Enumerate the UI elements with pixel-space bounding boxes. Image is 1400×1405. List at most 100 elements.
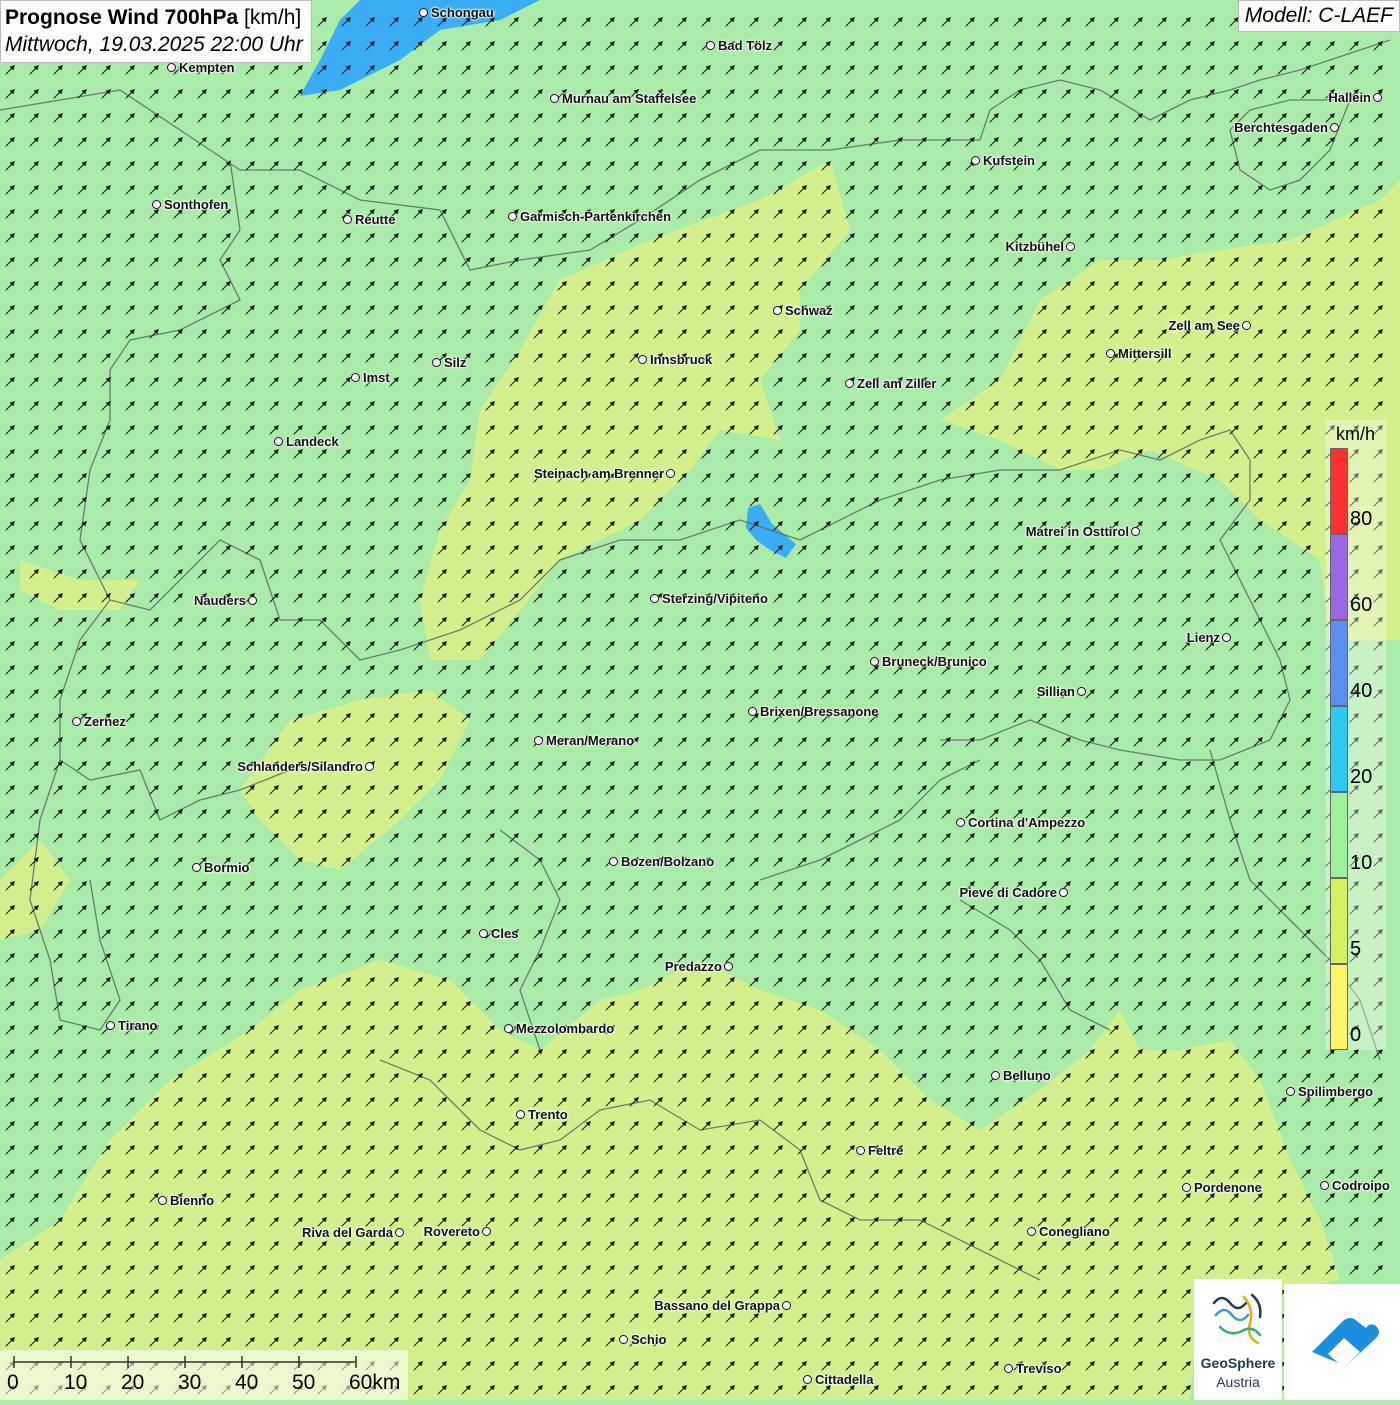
city-label: Murnau am Staffelsee (562, 91, 696, 106)
city-marker (724, 962, 733, 971)
city-marker (845, 379, 854, 388)
city-label: Matrei in Osttirol (1026, 524, 1129, 539)
legend-color-segment (1330, 448, 1348, 534)
city-marker (638, 355, 647, 364)
title-line: Prognose Wind 700hPa [km/h] (5, 4, 303, 31)
city-marker (971, 156, 980, 165)
legend-label: 60 (1350, 594, 1372, 617)
city-label: Bozen/Bolzano (621, 854, 714, 869)
city-label: Feltre (868, 1143, 903, 1158)
title-main: Prognose Wind 700hPa (5, 6, 238, 29)
model-label: Modell: C-LAEF (1238, 0, 1400, 32)
city-label: Reutte (355, 212, 395, 227)
city-marker (274, 437, 283, 446)
city-marker (782, 1301, 791, 1310)
city-marker (1004, 1364, 1013, 1373)
city-marker (1059, 888, 1068, 897)
city-label: Predazzo (665, 959, 722, 974)
city-marker (1286, 1087, 1295, 1096)
city-marker (106, 1021, 115, 1030)
city-marker (991, 1071, 1000, 1080)
city-label: Kitzbühel (1006, 239, 1065, 254)
city-label: Mittersill (1118, 346, 1171, 361)
city-marker (192, 863, 201, 872)
city-label: Bruneck/Brunico (882, 654, 987, 669)
city-marker (1222, 633, 1231, 642)
geosphere-logo[interactable]: GeoSphere Austria (1194, 1279, 1282, 1400)
city-label: Cortina d'Ampezzo (968, 815, 1085, 830)
city-marker (609, 857, 618, 866)
city-label: Zell am See (1168, 318, 1240, 333)
city-label: Kempten (179, 60, 235, 75)
scale-label: 60km (349, 1371, 400, 1395)
city-marker (482, 1227, 491, 1236)
city-marker (158, 1196, 167, 1205)
city-label: Schio (631, 1332, 666, 1347)
city-marker (706, 41, 715, 50)
geosphere-emblem-icon (1194, 1279, 1282, 1355)
city-marker (666, 469, 675, 478)
city-marker (1242, 321, 1251, 330)
city-marker (167, 63, 176, 72)
city-marker (1131, 527, 1140, 536)
city-label: Imst (363, 370, 390, 385)
legend-color-segment (1330, 534, 1348, 620)
city-marker (803, 1375, 812, 1384)
city-marker (870, 657, 879, 666)
scale-bar (0, 1350, 408, 1400)
city-label: Zernez (84, 714, 126, 729)
forecast-datetime: Mittwoch, 19.03.2025 22:00 Uhr (5, 31, 303, 58)
city-marker (152, 200, 161, 209)
city-label: Sterzing/Vipiteno (662, 591, 768, 606)
city-marker (773, 306, 782, 315)
city-marker (550, 94, 559, 103)
city-label: Nauders (194, 593, 246, 608)
city-marker (343, 215, 352, 224)
legend-label: 10 (1350, 852, 1372, 875)
weather-app-logo[interactable] (1284, 1284, 1400, 1400)
city-label: Treviso (1016, 1361, 1062, 1376)
city-label: Codroipo (1332, 1178, 1390, 1193)
city-marker (748, 707, 757, 716)
city-label: Silz (444, 355, 466, 370)
city-label: Lienz (1187, 630, 1220, 645)
city-label: Berchtesgaden (1234, 120, 1328, 135)
city-marker (419, 8, 428, 17)
city-label: Schongau (431, 5, 494, 20)
scale-label: 40 (235, 1371, 258, 1395)
city-marker (248, 596, 257, 605)
city-label: Hallein (1328, 90, 1371, 105)
city-marker (1373, 93, 1382, 102)
city-label: Rovereto (424, 1224, 480, 1239)
city-marker (365, 762, 374, 771)
city-label: Cittadella (815, 1372, 874, 1387)
city-label: Cles (491, 926, 518, 941)
weather-app-icon (1284, 1284, 1400, 1400)
city-label: Conegliano (1039, 1224, 1110, 1239)
legend-label: 20 (1350, 766, 1372, 789)
city-label: Kufstein (983, 153, 1035, 168)
legend-color-segment (1330, 878, 1348, 964)
city-marker (432, 358, 441, 367)
city-label: Bienno (170, 1193, 214, 1208)
city-marker (504, 1024, 513, 1033)
city-label: Schlanders/Silandro (237, 759, 363, 774)
city-label: Bormio (204, 860, 250, 875)
city-label: Pieve di Cadore (959, 885, 1057, 900)
legend-label: 0 (1350, 1024, 1361, 1047)
city-marker (1027, 1227, 1036, 1236)
city-marker (1320, 1181, 1329, 1190)
city-label: Bassano del Grappa (654, 1298, 780, 1313)
city-label: Sonthofen (164, 197, 228, 212)
city-label: Pordenone (1194, 1180, 1262, 1195)
city-marker (516, 1110, 525, 1119)
scale-bar-line (0, 1350, 408, 1400)
legend-color-segment (1330, 620, 1348, 706)
city-label: Bad Tölz (718, 38, 772, 53)
city-label: Mezzolombardo (516, 1021, 614, 1036)
city-label: Belluno (1003, 1068, 1051, 1083)
scale-label: 0 (7, 1371, 19, 1395)
scale-label: 50 (292, 1371, 315, 1395)
city-marker (534, 736, 543, 745)
city-label: Trento (528, 1107, 568, 1122)
